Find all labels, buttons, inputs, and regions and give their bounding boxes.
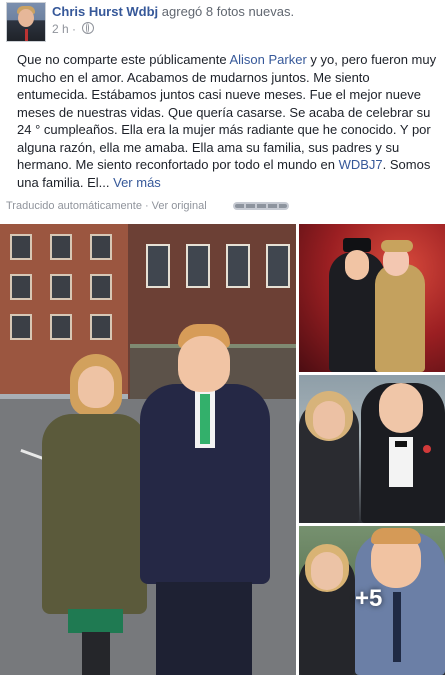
profile-avatar[interactable]: [6, 2, 46, 42]
photo-hair: [381, 240, 413, 252]
photo-window: [90, 274, 112, 300]
author-name-link[interactable]: Chris Hurst Wdbj: [52, 4, 158, 19]
photo-person-man: [140, 324, 270, 675]
auto-translated-label: Traducido automáticamente: [6, 200, 142, 212]
avatar-tie: [25, 29, 28, 41]
photo-window: [186, 244, 210, 288]
photo-hair: [371, 528, 421, 544]
see-original-link[interactable]: Ver original: [152, 200, 207, 212]
photo-bowtie: [395, 441, 407, 447]
photo-window: [50, 314, 72, 340]
photo-tie: [200, 394, 210, 444]
photo-window: [226, 244, 250, 288]
post-text-part: Que no comparte este públicamente: [17, 52, 230, 67]
post-text: Que no comparte este públicamente Alison…: [17, 51, 442, 191]
photo-window: [10, 234, 32, 260]
photo-skirt: [68, 609, 123, 633]
photo-coat: [42, 414, 147, 614]
photo-window: [146, 244, 170, 288]
photo-person-woman: [42, 354, 147, 675]
photo-window: [10, 274, 32, 300]
post-meta: 2 h ·: [52, 22, 95, 36]
photo-window: [90, 314, 112, 340]
photo-face: [313, 401, 345, 439]
post-text-part: y yo, pero fueron muy mucho en el amor. …: [17, 52, 437, 172]
author-line: Chris Hurst Wdbj agregó 8 fotos nuevas.: [52, 4, 294, 19]
avatar-face: [18, 9, 34, 27]
photo-face: [311, 552, 343, 590]
mention-link-alison-parker[interactable]: Alison Parker: [229, 52, 306, 67]
photo-thumb-2[interactable]: [299, 375, 445, 523]
photo-window: [266, 244, 290, 288]
translation-rating-widget[interactable]: [233, 202, 289, 210]
more-photos-count[interactable]: +5: [355, 585, 382, 613]
translation-separator: ·: [144, 200, 149, 212]
translation-bar: Traducido automáticamente · Ver original: [6, 200, 207, 212]
photo-face: [345, 250, 369, 280]
photo-figure: [375, 264, 425, 372]
photo-window: [10, 314, 32, 340]
globe-icon[interactable]: [82, 22, 95, 34]
mention-link-wdbj7[interactable]: WDBJ7: [339, 157, 383, 172]
photo-window: [50, 234, 72, 260]
photo-face: [178, 336, 230, 392]
photo-thumb-1[interactable]: [299, 224, 445, 372]
photo-window: [50, 274, 72, 300]
post-header: Chris Hurst Wdbj agregó 8 fotos nuevas. …: [0, 0, 445, 48]
photo-pants: [156, 582, 252, 675]
photo-tie: [393, 592, 401, 662]
photo-legs: [82, 632, 110, 675]
photo-face: [78, 366, 114, 408]
meta-separator: ·: [72, 22, 77, 36]
photo-main[interactable]: [0, 224, 296, 675]
post-timestamp[interactable]: 2 h: [52, 22, 69, 36]
photo-face: [379, 383, 423, 433]
photo-window: [90, 234, 112, 260]
see-more-link[interactable]: Ver más: [113, 175, 161, 190]
post-action-text: agregó 8 fotos nuevas.: [161, 4, 295, 19]
photo-boutonniere: [423, 445, 431, 453]
